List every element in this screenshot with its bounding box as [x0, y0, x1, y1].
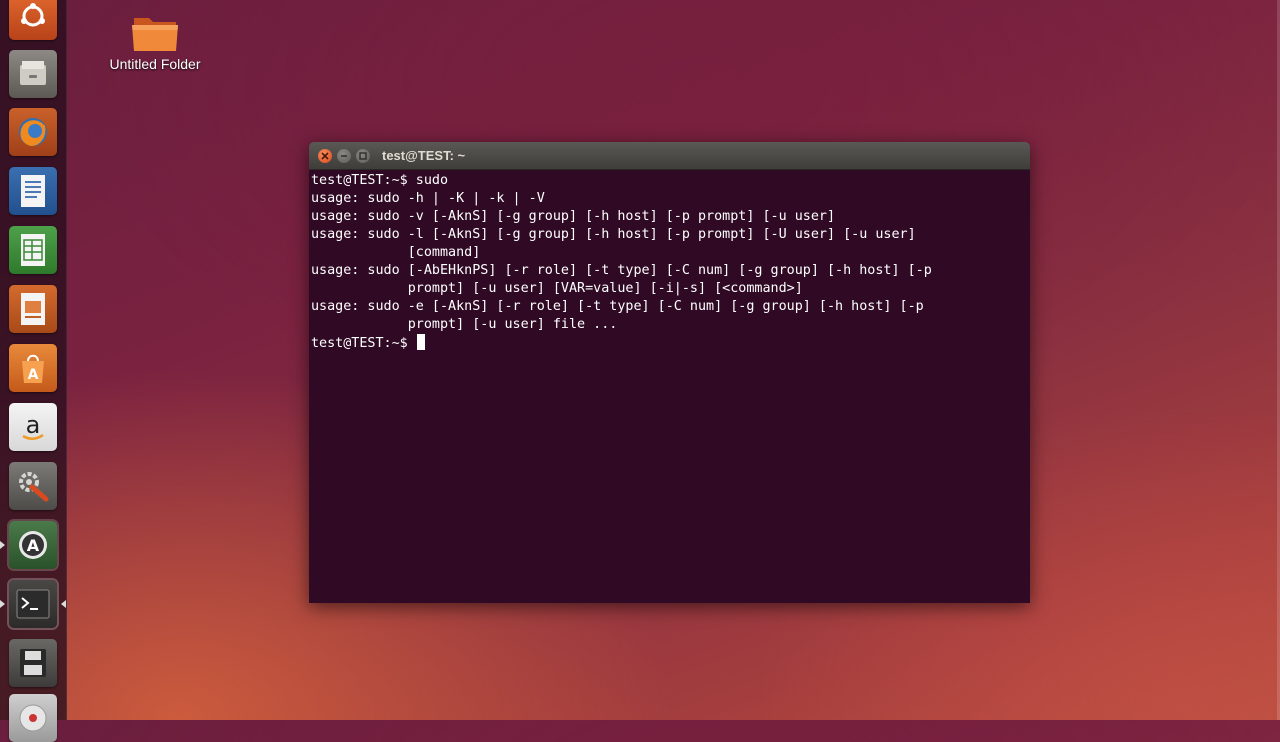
- terminal-line: prompt] [-u user] [VAR=value] [-i|-s] [<…: [311, 281, 803, 296]
- shell-prompt: test@TEST:~$: [311, 336, 416, 351]
- libreoffice-impress-icon[interactable]: [9, 285, 57, 333]
- terminal-icon[interactable]: [9, 580, 57, 628]
- svg-text:A: A: [28, 367, 39, 383]
- libreoffice-writer-icon[interactable]: [9, 167, 57, 215]
- terminal-line: prompt] [-u user] file ...: [311, 317, 618, 332]
- firefox-icon[interactable]: [9, 108, 57, 156]
- system-settings-icon[interactable]: [9, 462, 57, 510]
- window-title: test@TEST: ~: [382, 148, 466, 163]
- terminal-output[interactable]: test@TEST:~$ sudo usage: sudo -h | -K | …: [309, 170, 1030, 603]
- minimize-button[interactable]: [337, 149, 351, 163]
- close-icon: [321, 152, 329, 160]
- terminal-line: test@TEST:~$ sudo: [311, 173, 449, 188]
- terminal-prompt-line[interactable]: test@TEST:~$: [309, 334, 1030, 352]
- amazon-icon[interactable]: a: [9, 403, 57, 451]
- svg-text:A: A: [27, 536, 40, 555]
- ubuntu-software-center-icon[interactable]: A: [9, 344, 57, 392]
- save-disk-icon[interactable]: [9, 639, 57, 687]
- terminal-line: usage: sudo -e [-AknS] [-r role] [-t typ…: [311, 299, 924, 314]
- terminal-line: usage: sudo -h | -K | -k | -V: [311, 191, 545, 206]
- minimize-icon: [341, 155, 347, 157]
- window-titlebar[interactable]: test@TEST: ~: [309, 142, 1030, 170]
- maximize-icon: [359, 152, 367, 160]
- files-icon[interactable]: [9, 50, 57, 98]
- terminal-line: usage: sudo [-AbEHknPS] [-r role] [-t ty…: [311, 263, 932, 278]
- dvd-icon[interactable]: [9, 694, 57, 742]
- launcher-running-indicator: [0, 541, 5, 549]
- terminal-line: usage: sudo -v [-AknS] [-g group] [-h ho…: [311, 209, 836, 224]
- folder-label: Untitled Folder: [109, 56, 201, 72]
- terminal-line: usage: sudo -l [-AknS] [-g group] [-h ho…: [311, 227, 916, 242]
- launcher-running-indicator: [0, 600, 5, 608]
- ubuntu-dash-icon[interactable]: [9, 0, 57, 40]
- software-updater-icon[interactable]: A: [9, 521, 57, 569]
- desktop-folder[interactable]: Untitled Folder: [100, 10, 210, 72]
- folder-icon: [132, 18, 178, 51]
- amazon-glyph: a: [26, 411, 41, 439]
- text-cursor: [416, 334, 425, 350]
- terminal-window[interactable]: test@TEST: ~ test@TEST:~$ sudo usage: su…: [309, 142, 1030, 603]
- unity-launcher: A a A: [0, 0, 67, 742]
- launcher-focused-indicator: [61, 600, 66, 608]
- maximize-button[interactable]: [356, 149, 370, 163]
- close-button[interactable]: [318, 149, 332, 163]
- libreoffice-calc-icon[interactable]: [9, 226, 57, 274]
- terminal-line: [command]: [311, 245, 481, 260]
